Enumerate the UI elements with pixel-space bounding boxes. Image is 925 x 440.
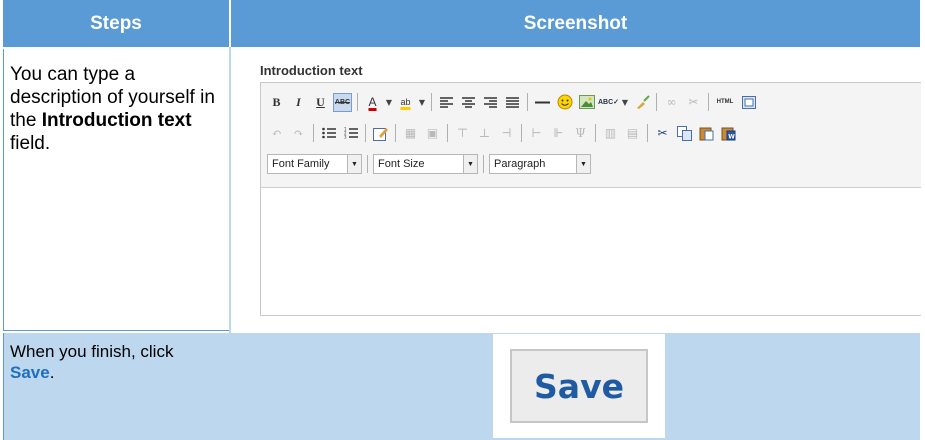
toolbar-separator (395, 124, 396, 142)
rich-text-editor: B I U ABC A ▼ ab ▼ ABC✓ ▼ ∞ ✂ HTML ↶ ↷ 1… (260, 82, 921, 316)
bold-icon[interactable]: B (267, 93, 286, 112)
fullscreen-icon[interactable] (739, 93, 758, 112)
table-props-icon[interactable]: ▣ (423, 124, 442, 143)
unlink-icon[interactable]: ✂ (684, 93, 703, 112)
step-text-1: You can type a description of yourself i… (4, 49, 229, 155)
chevron-down-icon: ▼ (347, 155, 361, 173)
font-family-select-value: Font Family (272, 158, 330, 170)
toolbar-separator (656, 93, 657, 111)
save-button-screenshot: Save (493, 334, 665, 438)
merge-cells-icon[interactable]: ▤ (623, 124, 642, 143)
undo-icon[interactable]: ↶ (267, 124, 286, 143)
underline-icon[interactable]: U (311, 93, 330, 112)
instructions-table: Steps Screenshot You can type a descript… (3, 0, 921, 440)
insert-row-after-icon[interactable]: ⊥ (475, 124, 494, 143)
step-text-2-save-word: Save (10, 363, 50, 382)
toolbar-separator (365, 124, 366, 142)
image-icon[interactable] (577, 93, 596, 112)
italic-icon[interactable]: I (289, 93, 308, 112)
toolbar-separator (647, 124, 648, 142)
paragraph-format-select-value: Paragraph (494, 158, 546, 170)
bullet-list-icon[interactable] (319, 124, 338, 143)
strikethrough-icon[interactable]: ABC (333, 92, 352, 112)
toolbar-separator (357, 93, 358, 111)
emoticon-icon[interactable] (555, 93, 574, 112)
chevron-down-icon[interactable]: ▼ (418, 98, 426, 107)
paste-icon[interactable] (697, 124, 716, 143)
toolbar-separator (595, 124, 596, 142)
html-source-icon[interactable]: HTML (714, 93, 736, 112)
toolbar-separator (447, 124, 448, 142)
chevron-down-icon[interactable]: ▼ (621, 98, 629, 107)
svg-text:3: 3 (344, 135, 347, 140)
editor-toolbars: B I U ABC A ▼ ab ▼ ABC✓ ▼ ∞ ✂ HTML ↶ ↷ 1… (261, 83, 921, 188)
font-color-icon[interactable]: A (363, 93, 382, 112)
insert-row-before-icon[interactable]: ⊤ (453, 124, 472, 143)
step-text-2-suffix: . (49, 363, 55, 382)
font-size-select[interactable]: Font Size ▼ (373, 154, 478, 174)
step-cell-2: When you finish, click Save. (3, 333, 229, 440)
highlight-color-icon[interactable]: ab (396, 93, 415, 112)
align-right-icon[interactable] (481, 93, 500, 112)
step-text-1-bold: Introduction text (41, 110, 192, 131)
delete-row-icon[interactable]: ⊣ (497, 124, 516, 143)
cut-icon[interactable]: ✂ (653, 124, 672, 143)
split-cells-icon[interactable]: ▥ (601, 124, 620, 143)
font-family-select[interactable]: Font Family ▼ (267, 154, 362, 174)
screenshot-cell-1: Introduction text B I U ABC A ▼ ab ▼ ABC… (231, 49, 921, 331)
insert-table-icon[interactable]: ▦ (401, 124, 420, 143)
align-center-icon[interactable] (459, 93, 478, 112)
step-text-2-prefix: When you finish, click (10, 342, 174, 361)
spellcheck-icon[interactable]: ABC✓ (598, 93, 619, 112)
paste-from-word-icon[interactable]: W (719, 124, 738, 143)
edit-attributes-icon[interactable] (371, 124, 390, 143)
paragraph-format-select[interactable]: Paragraph ▼ (489, 154, 591, 174)
toolbar-separator (708, 93, 709, 111)
toolbar-separator (527, 93, 528, 111)
step-cell-1: You can type a description of yourself i… (3, 49, 229, 331)
chevron-down-icon[interactable]: ▼ (385, 98, 393, 107)
toolbar-row-1: B I U ABC A ▼ ab ▼ ABC✓ ▼ ∞ ✂ HTML (267, 91, 758, 113)
introduction-text-area[interactable] (261, 188, 921, 315)
insert-col-after-icon[interactable]: ⊩ (549, 124, 568, 143)
toolbar-separator (367, 155, 368, 173)
toolbar-row-2: ↶ ↷ 123 ▦ ▣ ⊤ ⊥ ⊣ ⊢ ⊩ Ψ ▥ ▤ ✂ W (267, 122, 738, 144)
toolbar-separator (483, 155, 484, 173)
toolbar-row-3: Font Family ▼ Font Size ▼ Paragraph ▼ (267, 153, 591, 175)
screenshot-cell-2: Save (231, 333, 920, 440)
insert-col-before-icon[interactable]: ⊢ (527, 124, 546, 143)
redo-icon[interactable]: ↷ (289, 124, 308, 143)
svg-text:W: W (728, 133, 735, 140)
toolbar-separator (521, 124, 522, 142)
copy-icon[interactable] (675, 124, 694, 143)
chevron-down-icon: ▼ (576, 155, 590, 173)
step-text-1-suffix: field. (10, 133, 51, 154)
save-button[interactable]: Save (510, 349, 648, 423)
chevron-down-icon: ▼ (463, 155, 477, 173)
step-text-2: When you finish, click Save. (4, 333, 229, 383)
delete-col-icon[interactable]: Ψ (571, 124, 590, 143)
horizontal-rule-icon[interactable] (533, 93, 552, 112)
steps-header: Steps (3, 0, 229, 47)
numbered-list-icon[interactable]: 123 (341, 124, 360, 143)
editor-label: Introduction text (260, 63, 363, 78)
screenshot-header: Screenshot (231, 0, 920, 47)
font-size-select-value: Font Size (378, 158, 425, 170)
toolbar-separator (431, 93, 432, 111)
align-left-icon[interactable] (437, 93, 456, 112)
toolbar-separator (313, 124, 314, 142)
cleanup-brush-icon[interactable] (632, 93, 651, 112)
link-icon[interactable]: ∞ (662, 93, 681, 112)
align-justify-icon[interactable] (503, 93, 522, 112)
